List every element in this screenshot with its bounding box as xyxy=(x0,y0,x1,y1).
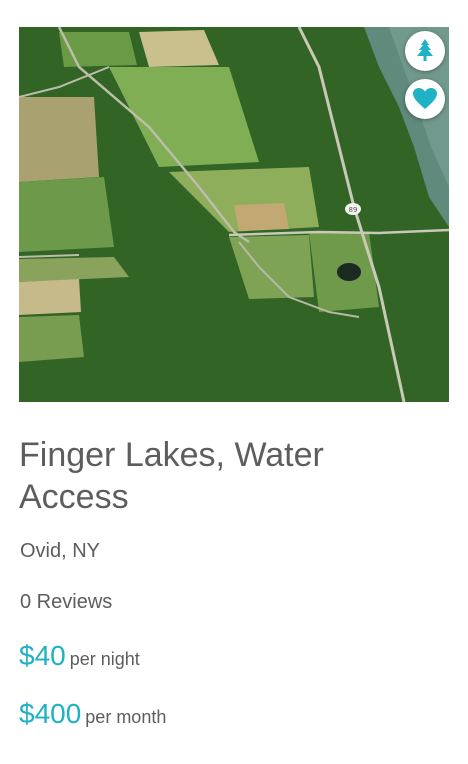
price-unit: per night xyxy=(69,649,140,669)
listing-reviews[interactable]: 0 Reviews xyxy=(20,591,112,614)
listing-photo[interactable]: 89 xyxy=(19,27,449,402)
price-per-night: $40 per night xyxy=(19,640,140,672)
favorite-button[interactable] xyxy=(405,79,445,119)
price-amount: $400 xyxy=(19,698,82,729)
price-amount: $40 xyxy=(19,640,66,671)
price-per-month: $400 per month xyxy=(19,698,166,730)
listing-card[interactable]: 89 Finger Lakes, Water Access Ovid, NY 0… xyxy=(0,0,468,764)
listing-location: Ovid, NY xyxy=(20,540,101,562)
tree-button[interactable] xyxy=(405,31,445,71)
tree-icon xyxy=(417,39,433,61)
listing-title[interactable]: Finger Lakes, Water Access xyxy=(19,434,439,518)
price-unit: per month xyxy=(85,707,167,727)
heart-icon xyxy=(413,88,437,109)
road-sign-label: 89 xyxy=(349,206,358,214)
